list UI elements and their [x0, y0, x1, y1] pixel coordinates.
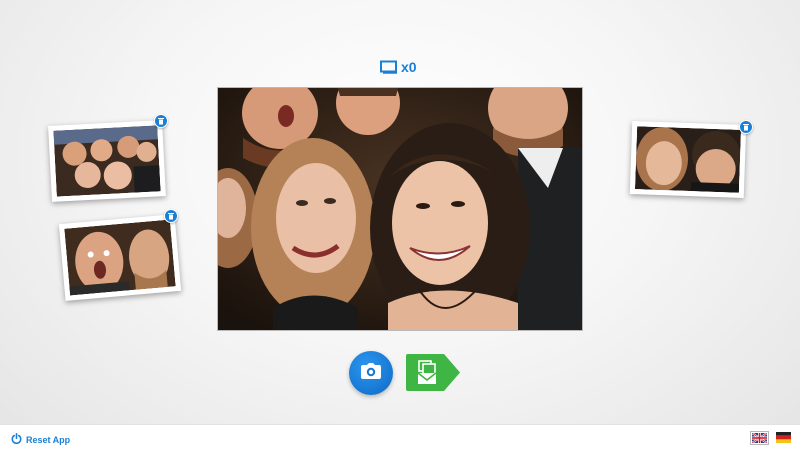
trash-icon	[742, 118, 750, 136]
thumbnail-photo-3[interactable]	[629, 121, 747, 198]
de-flag-icon	[776, 432, 791, 443]
print-counter: x0	[380, 58, 417, 76]
delete-thumbnail-2-button[interactable]	[164, 209, 178, 223]
take-photo-button[interactable]	[349, 351, 393, 395]
delete-thumbnail-1-button[interactable]	[154, 114, 168, 128]
uk-flag-icon	[752, 433, 767, 443]
language-english-button[interactable]	[750, 431, 769, 445]
camera-icon	[361, 362, 381, 384]
thumbnail-photo-2[interactable]	[58, 214, 182, 301]
reset-app-button[interactable]: Reset App	[11, 431, 70, 449]
thumbnail-photo-1[interactable]	[48, 120, 166, 202]
print-count: x0	[401, 59, 417, 75]
trash-icon	[167, 207, 175, 225]
trash-icon	[157, 112, 165, 130]
power-icon	[11, 431, 22, 449]
delete-thumbnail-3-button[interactable]	[739, 120, 753, 134]
main-photo-preview	[217, 87, 583, 331]
frame-icon	[380, 60, 398, 74]
language-german-button[interactable]	[776, 432, 791, 443]
reset-app-label: Reset App	[26, 435, 71, 445]
send-photos-button[interactable]	[406, 354, 460, 391]
footer-bar: Reset App	[0, 424, 800, 451]
